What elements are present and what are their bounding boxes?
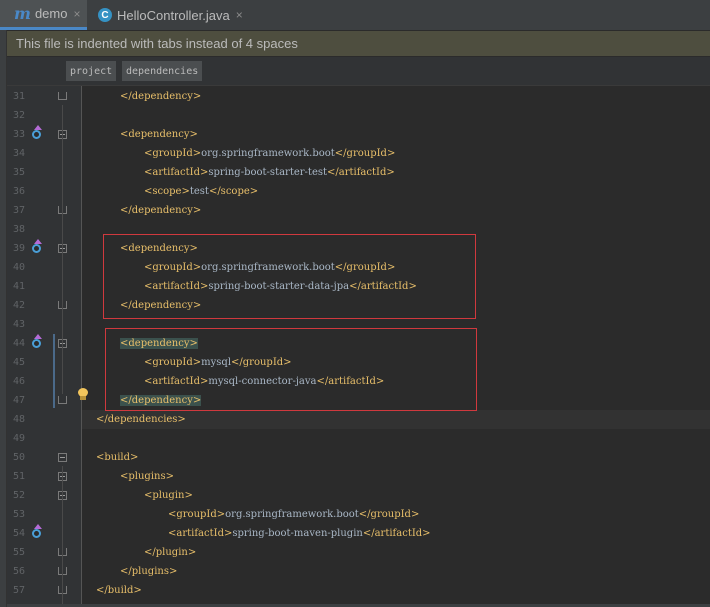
code-line[interactable]: <artifactId>spring-boot-starter-test</ar… — [144, 163, 395, 182]
xml-tag: <dependency> — [120, 129, 198, 140]
dependency-navigate-icon[interactable] — [30, 334, 44, 350]
line-number: 37 — [12, 205, 25, 216]
code-line[interactable]: </plugin> — [144, 543, 196, 562]
vcs-change-marker[interactable] — [53, 334, 55, 408]
code-line[interactable]: <groupId>org.springframework.boot</group… — [168, 505, 419, 524]
close-icon[interactable]: × — [236, 8, 243, 22]
fold-end-marker[interactable] — [58, 396, 67, 404]
xml-tag: </scope> — [208, 186, 259, 197]
line-number: 38 — [12, 224, 25, 235]
banner-text: This file is indented with tabs instead … — [16, 36, 298, 51]
dependency-navigate-icon[interactable] — [30, 239, 44, 255]
code-line[interactable]: <plugins> — [120, 467, 174, 486]
line-number: 52 — [12, 490, 25, 501]
breadcrumb-project[interactable]: project — [66, 61, 117, 81]
xml-text: spring-boot-maven-plugin — [232, 528, 363, 539]
line-number: 51 — [12, 471, 25, 482]
xml-tag: </plugins> — [120, 566, 178, 577]
code-line[interactable]: </build> — [96, 581, 142, 600]
code-line[interactable]: </dependency> — [120, 87, 201, 106]
fold-guide — [62, 105, 63, 394]
editor-tab-bar: m demo × C HelloController.java × — [0, 0, 710, 31]
tab-hellocontroller[interactable]: C HelloController.java × — [88, 0, 258, 30]
class-c-icon: C — [98, 8, 112, 22]
xml-text: org.springframework.boot — [225, 509, 359, 520]
line-number: 54 — [12, 528, 25, 539]
dependency-navigate-icon[interactable] — [30, 125, 44, 141]
fold-toggle-icon[interactable] — [58, 453, 67, 462]
xml-tag: <groupId> — [144, 148, 202, 159]
line-number: 34 — [12, 148, 25, 159]
line-number: 36 — [12, 186, 25, 197]
code-line[interactable]: <artifactId>spring-boot-maven-plugin</ar… — [168, 524, 431, 543]
intention-bulb-icon[interactable] — [77, 388, 88, 401]
xml-tag: </groupId> — [334, 148, 396, 159]
code-line[interactable]: </plugins> — [120, 562, 177, 581]
xml-tag: </build> — [96, 585, 142, 596]
line-number: 45 — [12, 357, 25, 368]
line-number: 42 — [12, 300, 25, 311]
xml-tag: </dependency> — [120, 205, 202, 216]
fold-end-marker[interactable] — [58, 92, 67, 100]
line-number: 43 — [12, 319, 25, 330]
line-number: 33 — [12, 129, 25, 140]
line-number: 39 — [12, 243, 25, 254]
xml-tag: </artifactId> — [362, 528, 431, 539]
code-line[interactable]: </dependencies> — [96, 410, 186, 429]
fold-guide — [62, 466, 63, 604]
line-number: 40 — [12, 262, 25, 273]
code-line[interactable]: <dependency> — [120, 125, 198, 144]
code-line[interactable]: </dependency> — [120, 201, 201, 220]
line-number: 46 — [12, 376, 25, 387]
xml-text: spring-boot-starter-test — [208, 167, 328, 178]
highlight-box-jpa — [103, 234, 476, 319]
code-line[interactable]: <plugin> — [144, 486, 193, 505]
tab-label: demo — [34, 6, 68, 21]
maven-m-icon: m — [14, 4, 31, 23]
line-number: 31 — [12, 91, 25, 102]
highlight-box-mysql — [105, 328, 477, 411]
line-number: 41 — [12, 281, 25, 292]
xml-tag: <artifactId> — [168, 528, 233, 539]
xml-tag: <plugins> — [120, 471, 174, 482]
xml-tag: <artifactId> — [144, 167, 209, 178]
breadcrumb: project dependencies — [7, 57, 710, 86]
xml-text: org.springframework.boot — [201, 148, 335, 159]
xml-tag: </dependencies> — [96, 414, 186, 425]
close-icon[interactable]: × — [73, 7, 80, 21]
dependency-navigate-icon[interactable] — [30, 524, 44, 540]
xml-tag: </dependency> — [120, 91, 202, 102]
line-number: 55 — [12, 547, 25, 558]
line-number: 44 — [12, 338, 25, 349]
xml-tag: </plugin> — [144, 547, 197, 558]
line-number: 35 — [12, 167, 25, 178]
xml-tag: <groupId> — [168, 509, 226, 520]
line-number: 53 — [12, 509, 25, 520]
breadcrumb-dependencies[interactable]: dependencies — [122, 61, 203, 81]
xml-tag: <scope> — [144, 186, 190, 197]
code-line[interactable]: <scope>test</scope> — [144, 182, 258, 201]
xml-tag: <build> — [96, 452, 139, 463]
left-tool-strip — [0, 30, 7, 607]
code-line[interactable]: <build> — [96, 448, 138, 467]
line-number: 32 — [12, 110, 25, 121]
line-number: 48 — [12, 414, 25, 425]
line-number: 50 — [12, 452, 25, 463]
notification-banner: This file is indented with tabs instead … — [7, 31, 710, 56]
tab-demo[interactable]: m demo × — [0, 0, 87, 30]
tab-label: HelloController.java — [117, 7, 230, 23]
xml-tag: </groupId> — [358, 509, 420, 520]
code-line[interactable]: <groupId>org.springframework.boot</group… — [144, 144, 395, 163]
xml-text: test — [189, 186, 209, 197]
line-number: 56 — [12, 566, 25, 577]
xml-tag: <plugin> — [144, 490, 193, 501]
line-number: 49 — [12, 433, 25, 444]
line-number: 57 — [12, 585, 25, 596]
line-number: 47 — [12, 395, 25, 406]
xml-tag: </artifactId> — [327, 167, 395, 178]
